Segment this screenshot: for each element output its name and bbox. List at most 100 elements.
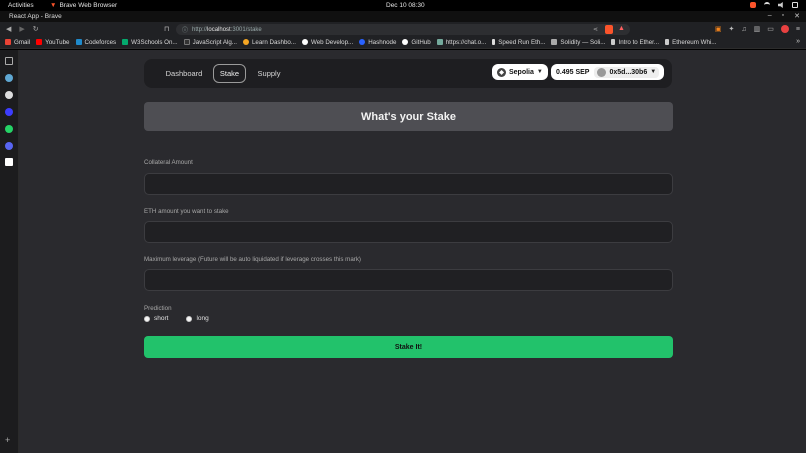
app-navbar: Dashboard Stake Supply ◆ Sepolia ▼ 0.495… (144, 59, 672, 88)
bookmark-label: https://chat.o... (445, 38, 487, 46)
stake-submit-button[interactable]: Stake It! (144, 336, 673, 358)
bookmarks-bar: Gmail YouTube Codeforces W3Schools On...… (0, 36, 806, 49)
collateral-input[interactable] (144, 173, 673, 195)
bookmark-label: Speed Run Eth... (498, 38, 546, 46)
bookmark-label: Ethereum Whi... (672, 38, 717, 46)
sidebar-toggle-icon[interactable]: ▥ (754, 25, 761, 33)
active-app[interactable]: ▼ Brave Web Browser (50, 2, 117, 9)
reading-list-icon[interactable] (5, 91, 13, 99)
wallet-sidebar-icon[interactable] (5, 108, 13, 116)
whatsapp-icon[interactable] (5, 125, 13, 133)
page-content: Dashboard Stake Supply ◆ Sepolia ▼ 0.495… (19, 50, 806, 453)
long-label[interactable]: long (196, 315, 208, 322)
nav-dashboard[interactable]: Dashboard (162, 64, 206, 83)
bookmark-item[interactable]: YouTube (36, 39, 70, 46)
active-app-label: Brave Web Browser (59, 2, 118, 9)
bookmark-label: Hashnode (368, 38, 397, 46)
bookmark-item[interactable]: JavaScript Alg... (183, 38, 237, 46)
activities-button[interactable]: Activities (8, 2, 34, 9)
reload-icon[interactable]: ↻ (33, 25, 39, 33)
network-selector[interactable]: ◆ Sepolia ▼ (492, 64, 548, 80)
leverage-input[interactable] (144, 269, 673, 291)
solidity-icon (551, 39, 558, 45)
speedrun-icon (492, 39, 496, 45)
share-icon[interactable]: ⋖ (593, 26, 598, 33)
system-tray[interactable] (750, 2, 798, 8)
bookmark-label: Learn Dashbo... (251, 38, 296, 46)
bookmark-item[interactable]: Learn Dashbo... (242, 38, 296, 46)
ethereum-icon: ◆ (497, 67, 506, 77)
bookmark-page-icon[interactable]: ⊓ (164, 25, 169, 33)
bookmark-item[interactable]: Solidity — Soli... (551, 39, 605, 46)
ethereum-icon (611, 39, 616, 45)
learn-dashboard-icon (242, 39, 249, 45)
bookmark-item[interactable]: Hashnode (359, 39, 396, 46)
bookmark-label: Web Develop... (311, 38, 354, 46)
media-icon[interactable]: ♫ (741, 26, 746, 33)
sidebar-panel-icon[interactable] (5, 57, 13, 65)
bookmark-item[interactable]: Gmail (5, 39, 30, 46)
address-bar[interactable]: ⓘ http:// localhost :3001/stake ⋖ ▲ (176, 24, 630, 35)
bookmark-item[interactable]: Web Develop... (302, 39, 353, 46)
brave-shields-icon[interactable] (605, 25, 613, 34)
account-address: 0x5d...30b6 (609, 68, 648, 76)
page-title: What's your Stake (144, 102, 673, 131)
discord-icon[interactable] (5, 142, 13, 150)
short-label[interactable]: short (154, 315, 168, 322)
bookmark-item[interactable]: Ethereum Whi... (665, 39, 716, 46)
bookmark-item[interactable]: Speed Run Eth... (492, 39, 545, 46)
os-top-bar: Activities ▼ Brave Web Browser Dec 10 08… (0, 0, 806, 11)
bookmark-item[interactable]: GitHub (402, 39, 431, 46)
add-sidebar-icon[interactable]: + (5, 436, 10, 445)
window-title-bar: React App - Brave – ▫ ✕ (0, 11, 806, 22)
toolbar-actions: ▣ ✦ ♫ ▥ ▭ ≡ (715, 25, 800, 33)
bookmark-label: Intro to Ether... (618, 38, 660, 46)
battery-icon (792, 2, 798, 8)
browser-sidebar: + (0, 50, 19, 453)
account-chip: 0x5d...30b6 ▼ (594, 66, 660, 78)
bookmark-label: W3Schools On... (131, 38, 178, 46)
forward-icon[interactable]: ▶ (19, 25, 24, 33)
url-host: localhost (207, 26, 231, 33)
stake-amount-input[interactable] (144, 221, 673, 243)
minimize-icon[interactable]: – (768, 12, 772, 20)
tabs-icon[interactable]: ▭ (767, 25, 774, 33)
short-radio[interactable] (144, 315, 150, 322)
codeforces-icon (75, 39, 82, 45)
url-path: :3001/stake (230, 26, 262, 33)
maximize-icon[interactable]: ▫ (782, 12, 784, 20)
chatgpt-sidebar-icon[interactable] (5, 158, 13, 166)
url-prefix: http:// (192, 26, 208, 33)
bookmark-item[interactable]: Intro to Ether... (611, 39, 659, 46)
bookmark-label: JavaScript Alg... (192, 38, 237, 46)
long-radio[interactable] (186, 315, 193, 322)
bookmark-label: Gmail (14, 38, 31, 46)
web-develop-icon (302, 39, 308, 45)
account-button[interactable]: 0.495 SEP 0x5d...30b6 ▼ (551, 64, 665, 80)
clock[interactable]: Dec 10 08:30 (386, 2, 425, 9)
account-avatar (597, 67, 607, 77)
more-bookmarks-icon[interactable]: » (796, 38, 800, 45)
site-info-icon[interactable]: ⓘ (182, 25, 188, 34)
extensions-icon[interactable]: ✦ (729, 25, 735, 33)
ethereum-icon (665, 39, 670, 45)
hashnode-icon (359, 39, 366, 45)
collateral-label: Collateral Amount (144, 159, 193, 166)
close-icon[interactable]: ✕ (794, 12, 800, 20)
stake-amount-label: ETH amount you want to stake (144, 208, 229, 215)
bookmark-item[interactable]: Codeforces (75, 39, 116, 46)
nav-stake[interactable]: Stake (213, 64, 246, 83)
bookmark-item[interactable]: W3Schools On... (122, 38, 178, 46)
leo-icon[interactable] (5, 74, 13, 82)
wallet-icon[interactable]: ▣ (715, 25, 722, 33)
brave-rewards-icon[interactable]: ▲ (618, 25, 626, 33)
browser-toolbar: ◀ ▶ ↻ ⊓ ⓘ http:// localhost :3001/stake … (0, 22, 806, 36)
nav-buttons: ◀ ▶ ↻ (6, 25, 39, 33)
menu-icon[interactable]: ≡ (796, 26, 800, 33)
nav-supply[interactable]: Supply (254, 64, 284, 83)
profile-avatar[interactable] (780, 25, 789, 33)
window-controls: – ▫ ✕ (768, 12, 800, 20)
back-icon[interactable]: ◀ (6, 25, 11, 33)
bookmark-item[interactable]: https://chat.o... (436, 38, 487, 46)
gmail-icon (5, 39, 11, 45)
